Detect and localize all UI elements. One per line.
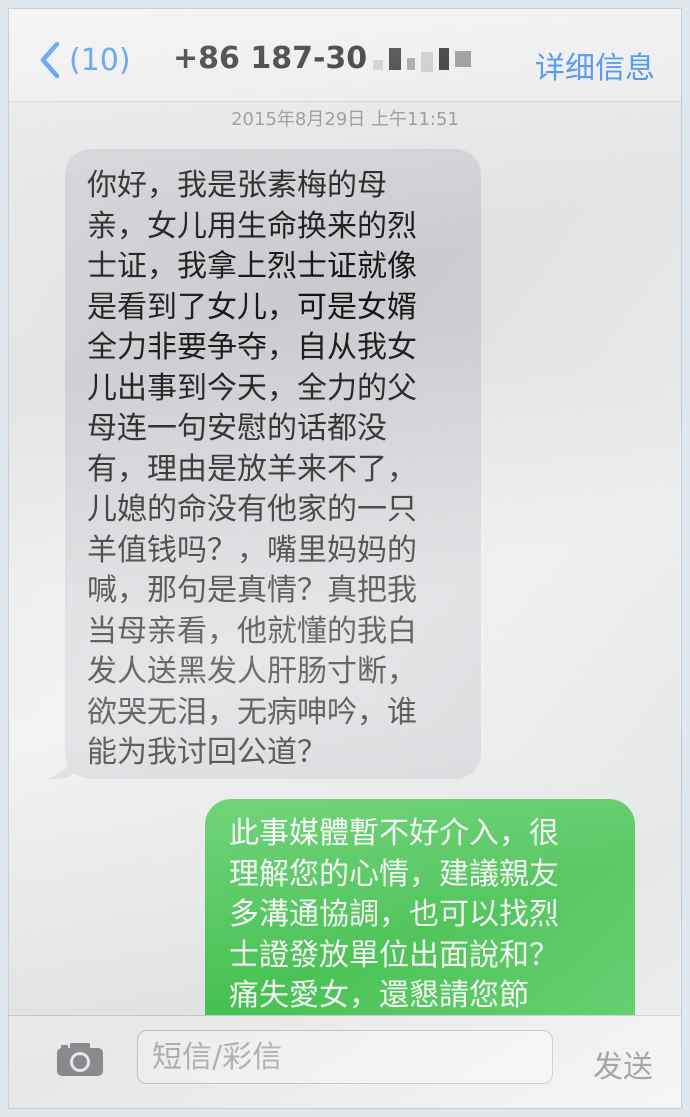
back-button[interactable]: (10) bbox=[39, 41, 131, 79]
incoming-message[interactable]: 你好，我是张素梅的母 亲，女儿用生命换来的烈 士证，我拿上烈士证就像 是看到了女… bbox=[65, 149, 481, 779]
camera-button[interactable] bbox=[55, 1040, 105, 1082]
message-timestamp: 2015年8月29日 上午11:51 bbox=[231, 109, 459, 130]
redacted-mosaic bbox=[373, 46, 477, 72]
chevron-left-icon bbox=[40, 41, 60, 79]
camera-icon bbox=[57, 1043, 103, 1076]
send-button[interactable]: 发送 bbox=[593, 1042, 653, 1086]
details-button[interactable]: 详细信息 bbox=[535, 43, 655, 87]
screenshot-frame: (10) +86 187-30 详细信息 2015年8月29日 上午11:51 … bbox=[8, 8, 682, 1109]
navigation-bar: (10) +86 187-30 详细信息 bbox=[9, 9, 681, 102]
contact-title[interactable]: +86 187-30 bbox=[173, 41, 477, 76]
contact-number: +86 187-30 bbox=[173, 41, 368, 76]
incoming-bubble-tail bbox=[45, 747, 79, 780]
unread-count: (10) bbox=[69, 42, 131, 78]
message-input[interactable] bbox=[137, 1030, 553, 1084]
composer-bar: 发送 bbox=[9, 1015, 681, 1108]
